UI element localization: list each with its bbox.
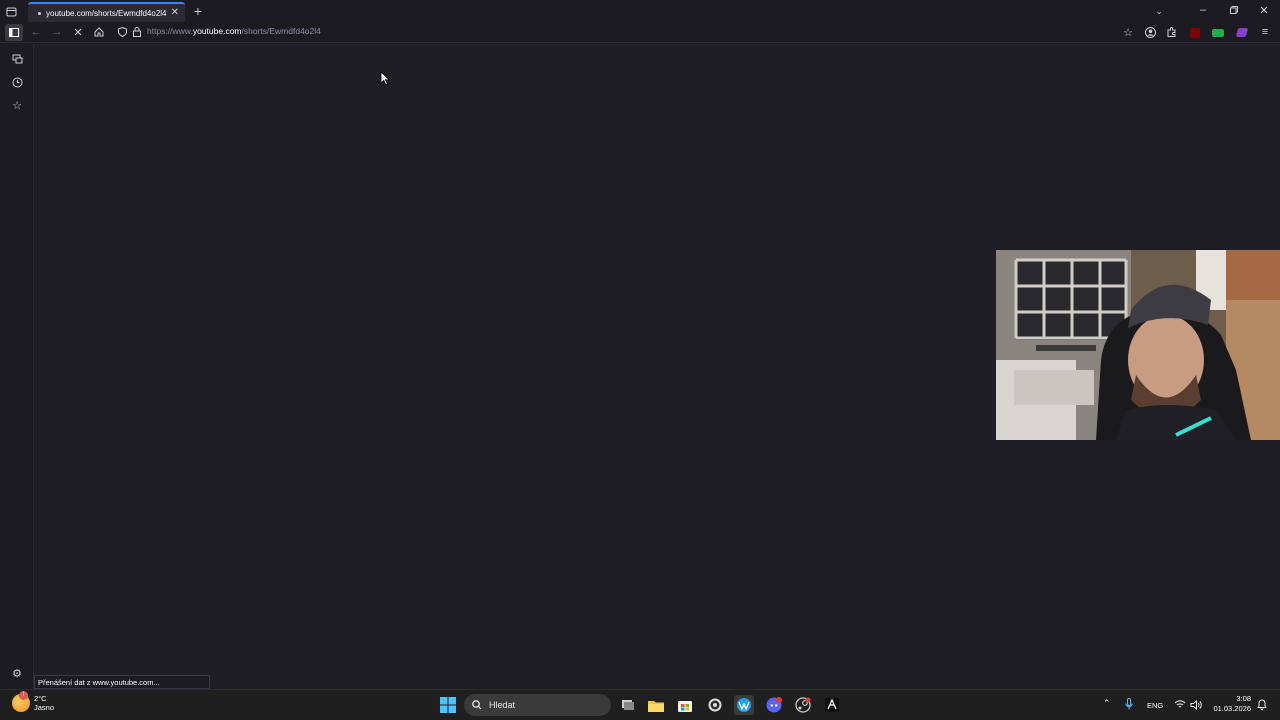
browser-sidebar: ☆ ⚙: [0, 44, 34, 689]
firefox-browser-icon[interactable]: [734, 695, 754, 715]
url-bar[interactable]: https://www.youtube.com/shorts/Ewmdfd4o2…: [147, 26, 321, 36]
green-extension-icon[interactable]: [1211, 26, 1225, 39]
back-arrow-icon[interactable]: ←: [29, 25, 43, 39]
show-hidden-icons-chevron-icon[interactable]: ⌃: [1103, 698, 1111, 709]
ublock-extension-icon[interactable]: [1188, 26, 1202, 39]
nav-toolbar: ← → ✕ https://www.youtube.com/shorts/Ewm…: [0, 22, 1280, 43]
microphone-icon[interactable]: [1125, 698, 1133, 712]
purple-extension-icon[interactable]: [1235, 26, 1249, 39]
new-tab-icon[interactable]: +: [191, 3, 205, 19]
loading-dot-icon: [38, 11, 41, 15]
title-bar: youtube.com/shorts/Ewmdfd4o2l4 ✕ + ⌄ – ✕: [0, 0, 1280, 22]
menu-hamburger-icon[interactable]: ≡: [1258, 25, 1272, 39]
obs-studio-icon[interactable]: [705, 695, 725, 715]
forward-arrow-icon[interactable]: →: [50, 25, 64, 39]
bookmark-star-icon[interactable]: ☆: [1121, 25, 1135, 39]
notifications-icon[interactable]: [1257, 698, 1267, 712]
settings-gear-icon[interactable]: ⚙: [9, 666, 25, 680]
weather-description: Jasno: [34, 703, 55, 712]
tab-title: youtube.com/shorts/Ewmdfd4o2l4: [46, 8, 167, 18]
clock-time: 3:08: [1236, 694, 1251, 703]
stop-loading-icon[interactable]: ✕: [71, 25, 85, 39]
taskbar-search[interactable]: Hledat: [464, 694, 611, 716]
microsoft-store-icon[interactable]: [675, 695, 695, 715]
tab-list-icon[interactable]: [4, 4, 18, 18]
app-running-icon[interactable]: [822, 695, 842, 715]
clock-date: 01.03.2026: [1213, 704, 1251, 713]
restore-icon[interactable]: [1227, 3, 1241, 17]
extensions-icon[interactable]: [1165, 25, 1179, 39]
language-indicator[interactable]: ENG: [1147, 701, 1163, 710]
search-placeholder: Hledat: [489, 700, 516, 710]
url-prefix: https://www.: [147, 26, 193, 36]
url-domain: youtube.com: [192, 26, 242, 36]
steam-icon[interactable]: [793, 695, 813, 715]
windows-start-icon[interactable]: [438, 695, 458, 715]
bookmarks-star-icon[interactable]: ☆: [9, 98, 25, 112]
volume-icon[interactable]: [1190, 700, 1202, 712]
weather-sun-icon: !: [12, 691, 30, 712]
taskbar-clock[interactable]: 3:08 01.03.2026: [1213, 694, 1251, 714]
close-window-icon[interactable]: ✕: [1257, 3, 1271, 17]
wifi-icon[interactable]: [1174, 700, 1186, 711]
webcam-overlay: [996, 250, 1280, 440]
windows-taskbar: ! 2°C Jasno Hledat ⌃ ENG 3:08 01.03.2026: [0, 689, 1280, 720]
search-icon: [472, 700, 482, 710]
url-path: /shorts/Ewmdfd4o2l4: [241, 26, 321, 36]
history-icon[interactable]: [9, 75, 25, 89]
file-explorer-icon[interactable]: [646, 695, 666, 715]
minimize-icon[interactable]: –: [1196, 3, 1210, 17]
weather-widget[interactable]: ! 2°C Jasno: [12, 691, 55, 712]
home-icon[interactable]: [92, 25, 106, 39]
tab-close-icon[interactable]: ✕: [171, 7, 179, 18]
weather-temperature: 2°C: [34, 694, 47, 703]
shield-icon[interactable]: [116, 25, 128, 39]
status-bar: Přenášení dat z www.youtube.com...: [34, 675, 210, 689]
weather-alert-badge: !: [19, 691, 28, 700]
tab-active[interactable]: youtube.com/shorts/Ewmdfd4o2l4 ✕: [28, 2, 185, 22]
account-icon[interactable]: [1143, 25, 1157, 39]
lock-icon[interactable]: [131, 25, 143, 39]
tab-dropdown-icon[interactable]: ⌄: [1152, 3, 1166, 19]
sidebar-toggle-icon[interactable]: [5, 24, 23, 41]
synced-tabs-icon[interactable]: [9, 52, 25, 66]
task-view-icon[interactable]: [618, 695, 638, 715]
mouse-cursor-icon: [380, 71, 390, 86]
discord-icon[interactable]: [764, 695, 784, 715]
